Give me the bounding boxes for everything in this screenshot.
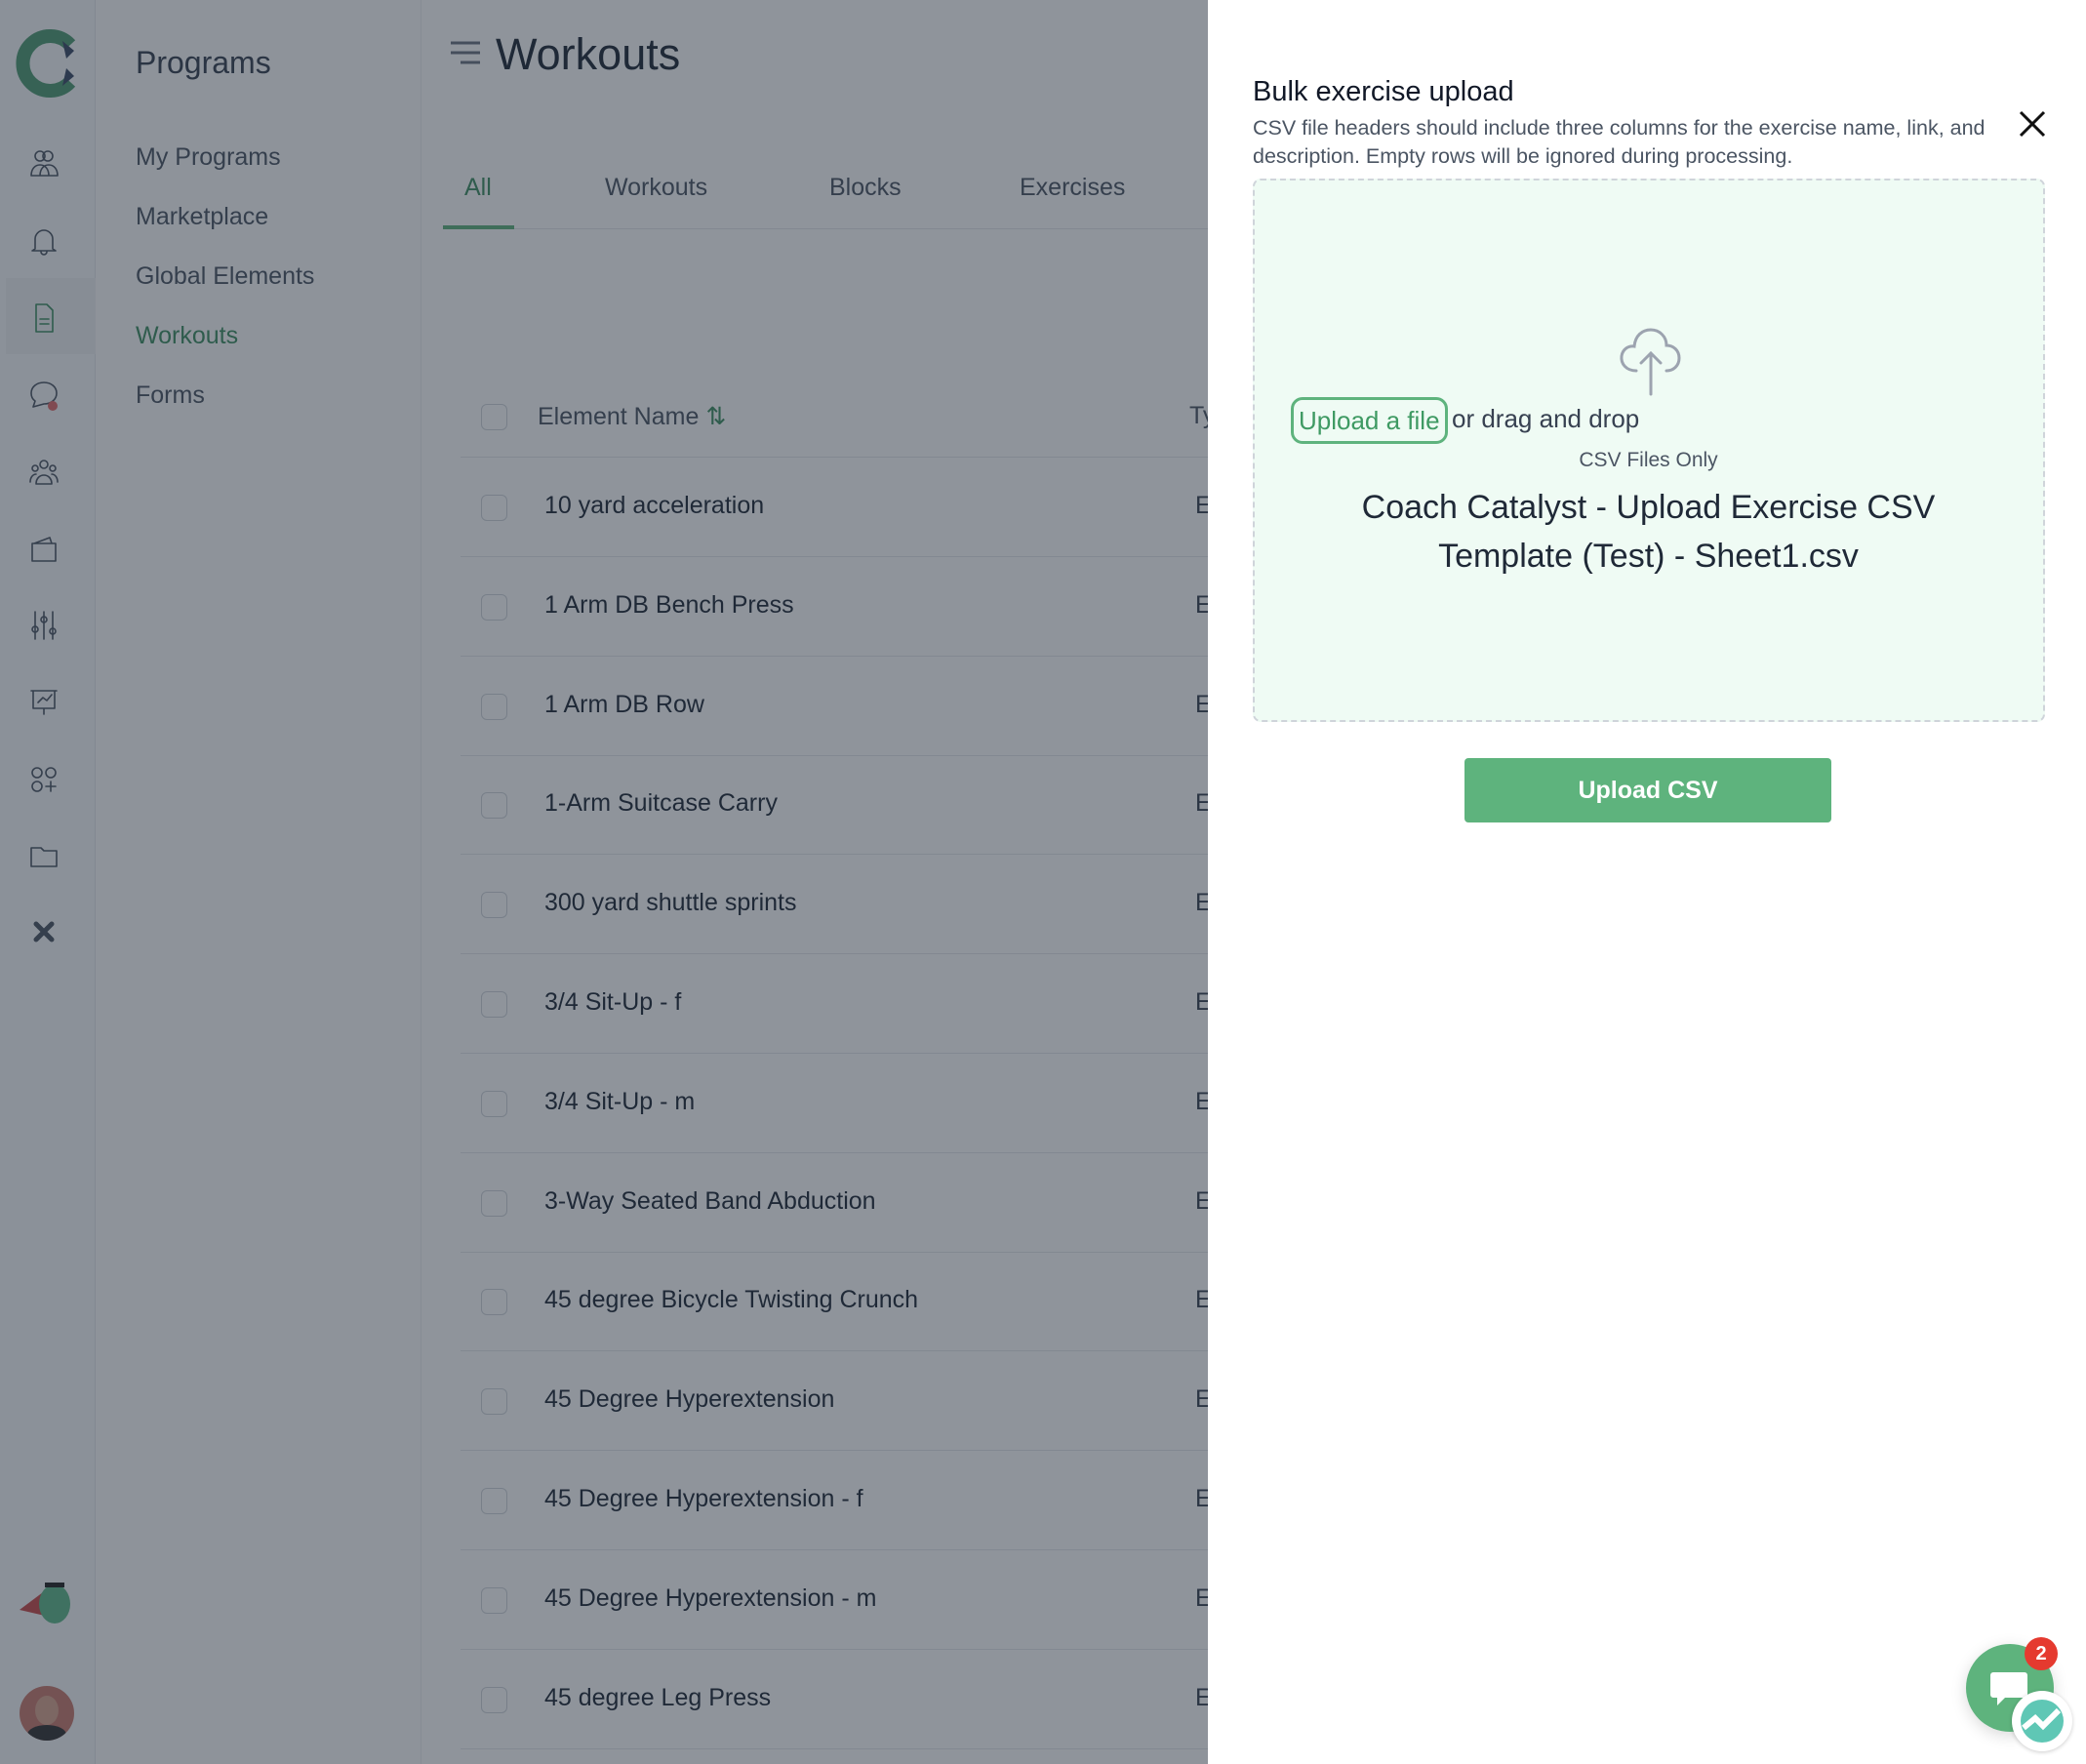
panel-title: Bulk exercise upload [1253, 76, 1514, 107]
cloud-upload-icon [1615, 320, 1687, 398]
file-type-hint: CSV Files Only [1579, 449, 1718, 471]
brand-logo-icon [2012, 1691, 2072, 1751]
upload-file-link[interactable]: Upload a file [1291, 397, 1448, 444]
selected-file-name: Coach Catalyst - Upload Exercise CSV Tem… [1361, 489, 1936, 575]
modal-backdrop[interactable] [0, 0, 1208, 1764]
upload-csv-button[interactable]: Upload CSV [1464, 758, 1831, 822]
bulk-upload-panel: Bulk exercise upload CSV file headers sh… [1208, 0, 2086, 1764]
chat-unread-badge: 2 [2025, 1637, 2058, 1670]
drag-drop-text: or drag and drop [1452, 404, 1640, 433]
file-dropzone[interactable]: Upload a file or drag and drop CSV Files… [1253, 179, 2045, 722]
panel-description: CSV file headers should include three co… [1253, 116, 1986, 168]
chat-widget[interactable]: 2 [1966, 1637, 2072, 1751]
close-icon[interactable] [2016, 107, 2049, 140]
